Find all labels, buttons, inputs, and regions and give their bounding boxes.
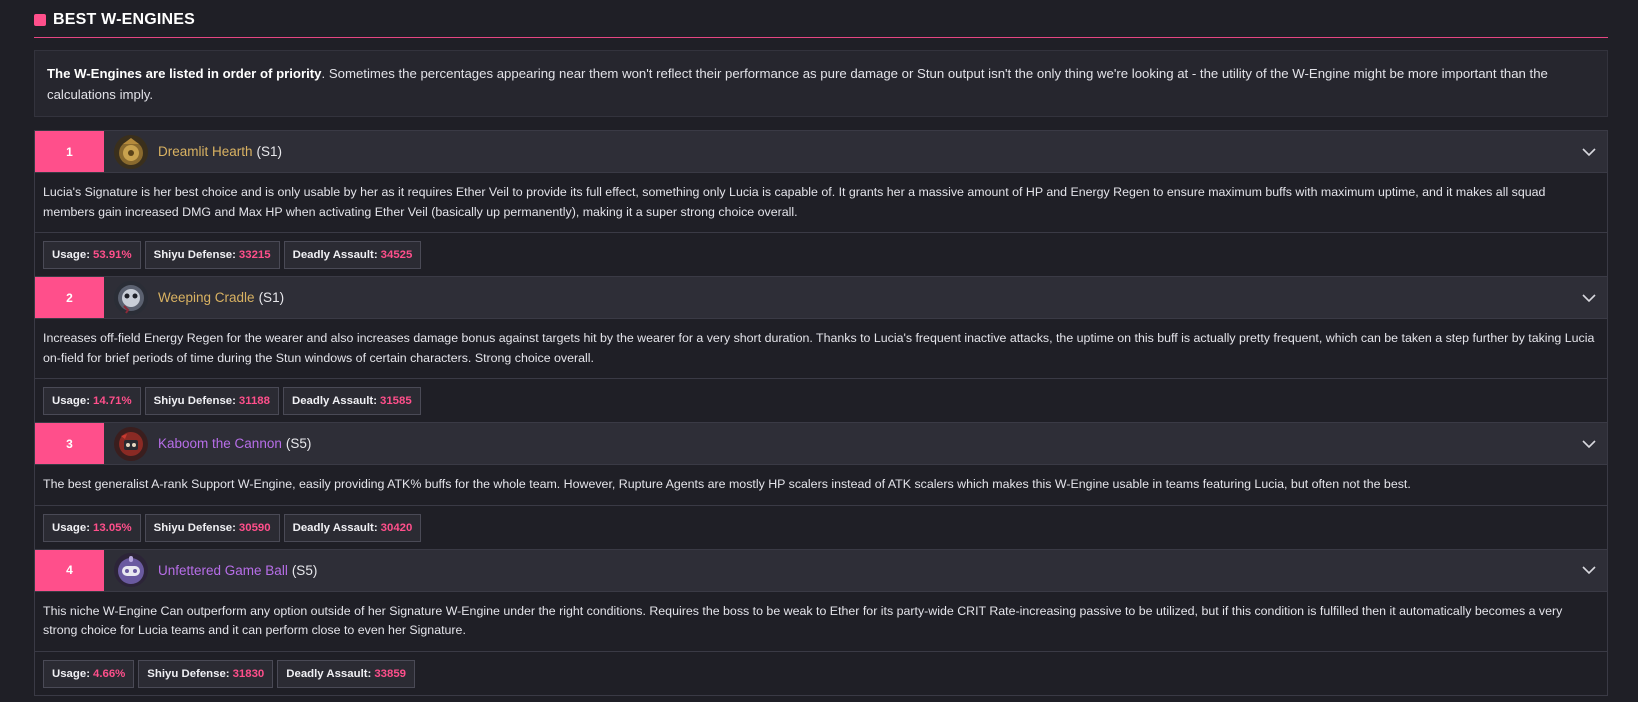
- usage-label: Usage:: [52, 521, 90, 534]
- intro-bold: The W-Engines are listed in order of pri…: [47, 66, 322, 81]
- w-engine-stats: Usage: 53.91% Shiyu Defense: 33215 Deadly …: [35, 233, 1607, 276]
- usage-label: Usage:: [52, 249, 90, 261]
- shiyu-value: 31830: [232, 667, 265, 680]
- w-engine-list: 1 Dreamlit Hearth (S1) Lucia's Signature…: [34, 130, 1608, 696]
- deadly-label: Deadly Assault:: [292, 521, 378, 534]
- usage-stat: Usage: 53.91%: [43, 241, 141, 269]
- shiyu-label: Shiyu Defense:: [147, 667, 230, 680]
- deadly-assault-stat: Deadly Assault: 31585: [282, 387, 421, 415]
- dreamlit-hearth-icon: [113, 134, 149, 170]
- w-engine-item: 3 Kaboom the Cannon (S5) The best genera…: [34, 423, 1608, 550]
- rank-badge: 4: [35, 549, 104, 591]
- w-engine-name[interactable]: Unfettered Game Ball: [158, 563, 288, 578]
- shiyu-label: Shiyu Defense:: [153, 395, 236, 407]
- shiyu-label: Shiyu Defense:: [153, 249, 236, 261]
- deadly-label: Deadly Assault:: [292, 249, 378, 261]
- usage-value: 4.66%: [92, 667, 126, 680]
- deadly-label: Deadly Assault:: [291, 395, 378, 407]
- deadly-assault-stat: Deadly Assault: 34525: [283, 241, 422, 269]
- deadly-assault-stat: Deadly Assault: 33859: [277, 659, 416, 688]
- w-engine-header[interactable]: 3 Kaboom the Cannon (S5): [35, 423, 1607, 465]
- usage-value: 53.91%: [92, 249, 132, 261]
- deadly-value: 33859: [374, 667, 407, 680]
- refinement-level: (S5): [291, 562, 318, 578]
- rank-badge: 2: [35, 277, 104, 318]
- deadly-label: Deadly Assault:: [286, 667, 372, 680]
- deadly-assault-stat: Deadly Assault: 30420: [283, 513, 422, 542]
- w-engine-description: Lucia's Signature is her best choice and…: [35, 173, 1607, 233]
- section-header: BEST W-ENGINES: [34, 3, 1608, 38]
- section-title: BEST W-ENGINES: [53, 11, 196, 28]
- chevron-down-icon[interactable]: [1581, 144, 1597, 160]
- w-engine-item: 1 Dreamlit Hearth (S1) Lucia's Signature…: [34, 130, 1608, 277]
- best-w-engines-section: BEST W-ENGINES The W-Engines are listed …: [34, 0, 1608, 696]
- w-engine-header[interactable]: 2 Weeping Cradle (S1): [35, 277, 1607, 319]
- weeping-cradle-icon: [113, 280, 149, 316]
- w-engine-stats: Usage: 4.66% Shiyu Defense: 31830 Deadly A…: [35, 652, 1607, 695]
- title-marker: [34, 14, 46, 26]
- refinement-level: (S1): [258, 290, 285, 305]
- w-engine-description: The best generalist A-rank Support W-Eng…: [35, 465, 1607, 506]
- deadly-value: 34525: [380, 249, 413, 261]
- rank-badge: 1: [35, 131, 104, 172]
- chevron-down-icon[interactable]: [1581, 562, 1597, 578]
- w-engine-name[interactable]: Kaboom the Cannon: [158, 436, 282, 451]
- w-engine-item: 4 Unfettered Game Ball (S5) This niche W…: [34, 549, 1608, 696]
- kaboom-the-cannon-icon: [113, 426, 149, 462]
- usage-value: 14.71%: [92, 395, 132, 407]
- refinement-level: (S5): [285, 436, 312, 451]
- w-engine-stats: Usage: 13.05% Shiyu Defense: 30590 Deadly …: [35, 506, 1607, 549]
- deadly-value: 30420: [380, 521, 413, 534]
- w-engine-header[interactable]: 1 Dreamlit Hearth (S1): [35, 131, 1607, 173]
- w-engine-description: This niche W-Engine Can outperform any o…: [35, 592, 1607, 652]
- shiyu-defense-stat: Shiyu Defense: 30590: [144, 513, 280, 542]
- chevron-down-icon[interactable]: [1581, 290, 1597, 306]
- shiyu-defense-stat: Shiyu Defense: 31830: [138, 659, 274, 688]
- shiyu-defense-stat: Shiyu Defense: 31188: [144, 387, 279, 415]
- w-engine-item: 2 Weeping Cradle (S1) Increases off-fiel…: [34, 277, 1608, 423]
- w-engine-description: Increases off-field Energy Regen for the…: [35, 319, 1607, 379]
- usage-value: 13.05%: [92, 521, 132, 534]
- refinement-level: (S1): [256, 144, 283, 159]
- w-engine-name[interactable]: Dreamlit Hearth: [158, 144, 253, 159]
- w-engine-name[interactable]: Weeping Cradle: [158, 290, 255, 305]
- unfettered-game-ball-icon: [113, 552, 149, 588]
- rank-badge: 3: [35, 423, 104, 464]
- deadly-value: 31585: [380, 395, 412, 407]
- usage-label: Usage:: [52, 395, 90, 407]
- shiyu-value: 31188: [238, 395, 270, 407]
- shiyu-defense-stat: Shiyu Defense: 33215: [144, 241, 280, 269]
- usage-stat: Usage: 4.66%: [43, 659, 135, 688]
- usage-stat: Usage: 14.71%: [43, 387, 141, 415]
- w-engine-header[interactable]: 4 Unfettered Game Ball (S5): [35, 549, 1607, 592]
- chevron-down-icon[interactable]: [1581, 436, 1597, 452]
- shiyu-value: 33215: [238, 249, 271, 261]
- w-engine-stats: Usage: 14.71% Shiyu Defense: 31188 Deadly …: [35, 379, 1607, 422]
- shiyu-label: Shiyu Defense:: [153, 521, 236, 534]
- usage-label: Usage:: [52, 667, 90, 680]
- shiyu-value: 30590: [238, 521, 271, 534]
- intro-box: The W-Engines are listed in order of pri…: [34, 50, 1608, 117]
- usage-stat: Usage: 13.05%: [43, 513, 141, 542]
